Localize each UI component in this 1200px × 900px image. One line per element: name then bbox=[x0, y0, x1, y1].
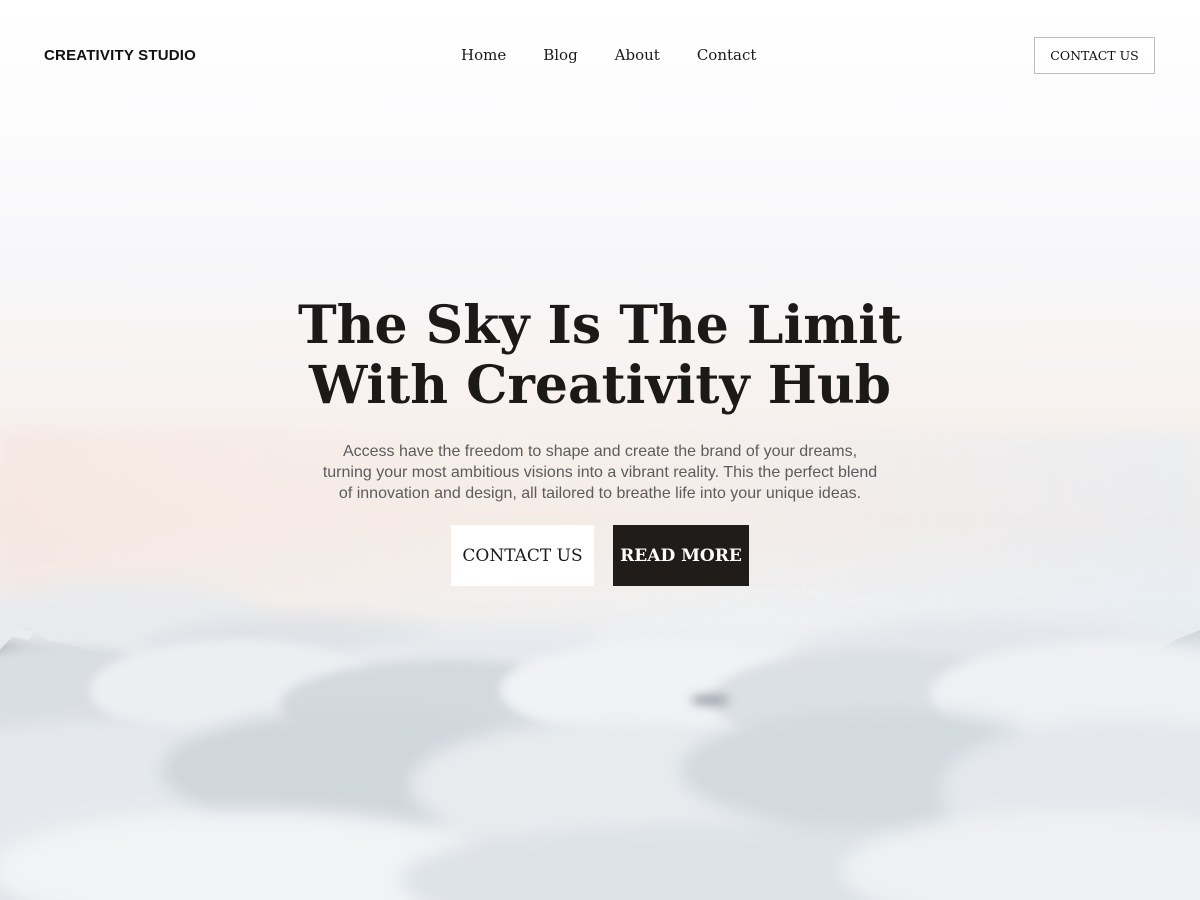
main-nav: Home Blog About Contact bbox=[461, 46, 756, 64]
site-header: CREATIVITY STUDIO Home Blog About Contac… bbox=[0, 0, 1200, 112]
nav-link-contact[interactable]: Contact bbox=[697, 46, 757, 64]
nav-link-about[interactable]: About bbox=[615, 46, 660, 64]
header-contact-button[interactable]: CONTACT US bbox=[1034, 37, 1155, 74]
hero-contact-button[interactable]: CONTACT US bbox=[451, 525, 594, 586]
hero-subtitle-line-1: Access have the freedom to shape and cre… bbox=[342, 443, 858, 460]
hero-subtitle-line-2: turning your most ambitious visions into… bbox=[322, 464, 878, 481]
hero-subtitle-line-3: of innovation and design, all tailored t… bbox=[338, 485, 862, 502]
hero-subtitle: Access have the freedom to shape and cre… bbox=[310, 441, 890, 504]
hero-title-line-1: The Sky Is The Limit bbox=[297, 295, 903, 356]
read-more-button[interactable]: READ MORE bbox=[613, 525, 749, 586]
brand-logo[interactable]: CREATIVITY STUDIO bbox=[44, 47, 196, 64]
hero-title-line-2: With Creativity Hub bbox=[308, 355, 892, 416]
nav-link-blog[interactable]: Blog bbox=[543, 46, 577, 64]
nav-link-home[interactable]: Home bbox=[461, 46, 506, 64]
hero-title: The Sky Is The Limit With Creativity Hub bbox=[200, 296, 1000, 416]
